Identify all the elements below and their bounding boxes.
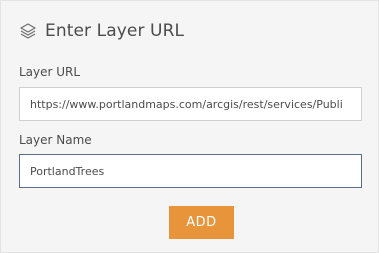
layer-name-label: Layer Name xyxy=(19,133,92,147)
layer-url-input[interactable] xyxy=(19,87,362,121)
layer-name-input[interactable] xyxy=(19,154,362,188)
add-layer-panel: Enter Layer URL Layer URL Layer Name ADD xyxy=(0,0,379,253)
layers-icon xyxy=(19,22,37,40)
panel-title: Enter Layer URL xyxy=(45,21,185,41)
layer-url-label: Layer URL xyxy=(19,65,81,79)
panel-header: Enter Layer URL xyxy=(19,19,184,43)
add-button[interactable]: ADD xyxy=(169,206,234,239)
